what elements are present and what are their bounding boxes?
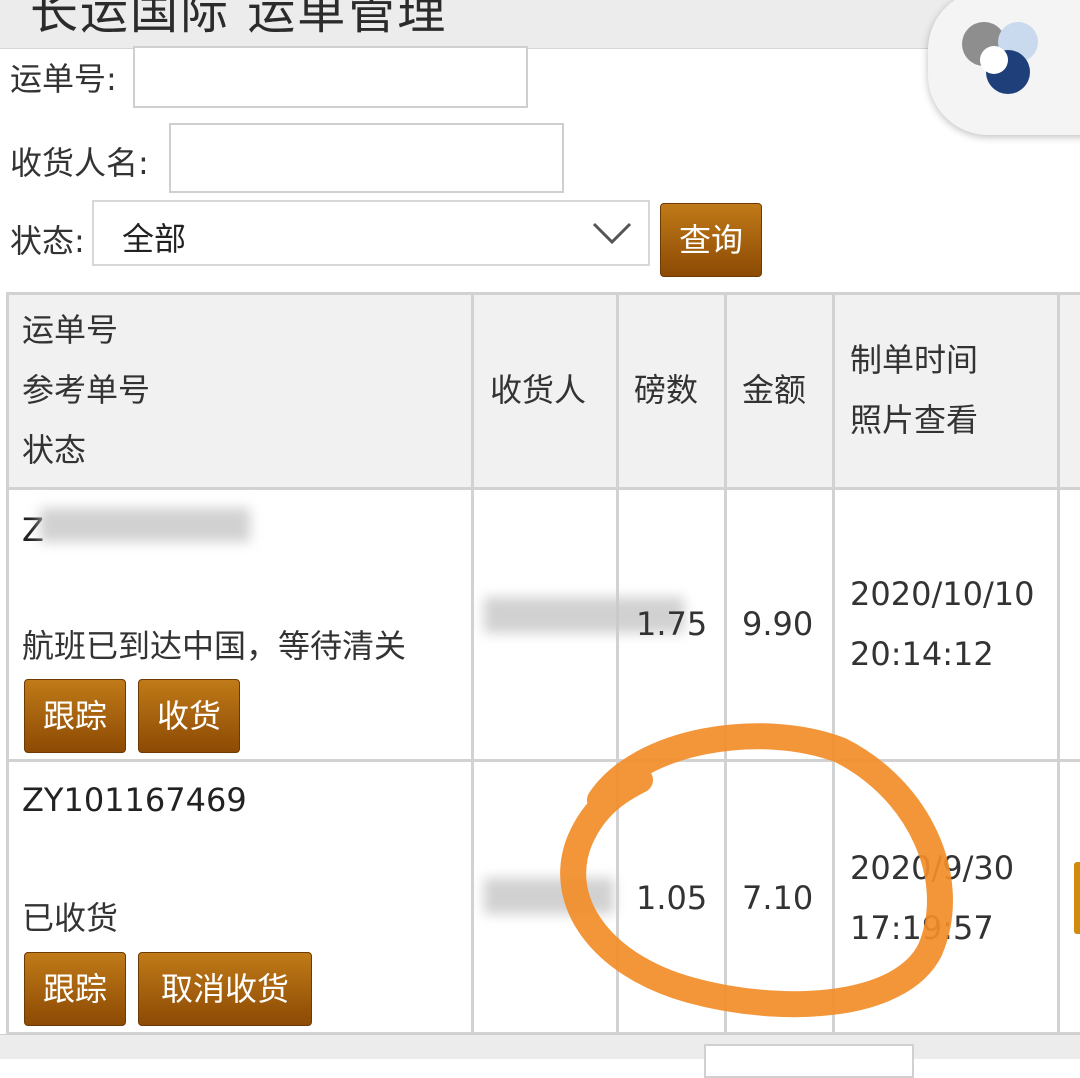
- row2-weight: 1.05: [636, 879, 708, 917]
- grid-line: [6, 292, 1080, 295]
- grid-line: [471, 292, 474, 1058]
- grid-line: [832, 292, 835, 1058]
- header-photo-view: 照片查看: [850, 401, 979, 439]
- redaction-blur: [484, 878, 614, 914]
- row1-status: 航班已到达中国，等待清关: [22, 627, 407, 665]
- waybill-label: 运单号:: [10, 60, 117, 98]
- header-status: 状态: [22, 431, 87, 469]
- header-receiver: 收货人: [490, 371, 587, 409]
- chevron-down-icon: [592, 222, 632, 245]
- page-title: 长运国际 运单管理: [30, 0, 448, 40]
- row1-weight: 1.75: [636, 605, 708, 643]
- waybill-input[interactable]: [133, 46, 528, 108]
- waybill-table: 运单号 参考单号 状态 收货人 磅数 金额 制单时间 照片查看 Z 航班已到达中…: [6, 292, 1080, 1058]
- row1-amount: 9.90: [742, 605, 814, 643]
- row2-photo-button[interactable]: [1074, 862, 1080, 934]
- assistive-touch-button[interactable]: [928, 0, 1080, 135]
- row1-time: 20:14:12: [850, 635, 994, 673]
- grid-line: [616, 292, 619, 1058]
- receiver-label: 收货人名:: [10, 144, 149, 182]
- grid-line: [6, 759, 1080, 762]
- row1-date: 2020/10/10: [850, 575, 1035, 613]
- row2-waybill-no: ZY101167469: [22, 781, 247, 819]
- status-select[interactable]: 全部: [92, 200, 650, 266]
- row2-date: 2020/9/30: [850, 849, 1015, 887]
- redaction-blur: [40, 508, 250, 542]
- row2-time: 17:19:57: [850, 909, 994, 947]
- page-number-input[interactable]: [704, 1044, 914, 1078]
- grid-line: [6, 487, 1080, 490]
- row2-amount: 7.10: [742, 879, 814, 917]
- row1-receive-button[interactable]: 收货: [138, 679, 240, 753]
- query-button[interactable]: 查询: [660, 203, 762, 277]
- header-waybill-no: 运单号: [22, 311, 119, 349]
- status-label: 状态:: [10, 222, 85, 260]
- receiver-name-input[interactable]: [169, 123, 564, 193]
- header-weight: 磅数: [634, 371, 699, 409]
- row1-track-button[interactable]: 跟踪: [24, 679, 126, 753]
- header-created-time: 制单时间: [850, 341, 979, 379]
- pagination-bar: [0, 1034, 1080, 1059]
- app-header: 长运国际 运单管理: [0, 0, 1080, 49]
- row2-status: 已收货: [22, 899, 119, 937]
- status-select-value: 全部: [122, 220, 187, 258]
- grid-line: [1057, 292, 1060, 1058]
- row2-track-button[interactable]: 跟踪: [24, 952, 126, 1026]
- grid-line: [724, 292, 727, 1058]
- header-amount: 金额: [742, 371, 807, 409]
- assistive-touch-icon: [962, 22, 1038, 94]
- grid-line: [6, 292, 9, 1058]
- header-reference-no: 参考单号: [22, 371, 151, 409]
- row2-cancel-receive-button[interactable]: 取消收货: [138, 952, 312, 1026]
